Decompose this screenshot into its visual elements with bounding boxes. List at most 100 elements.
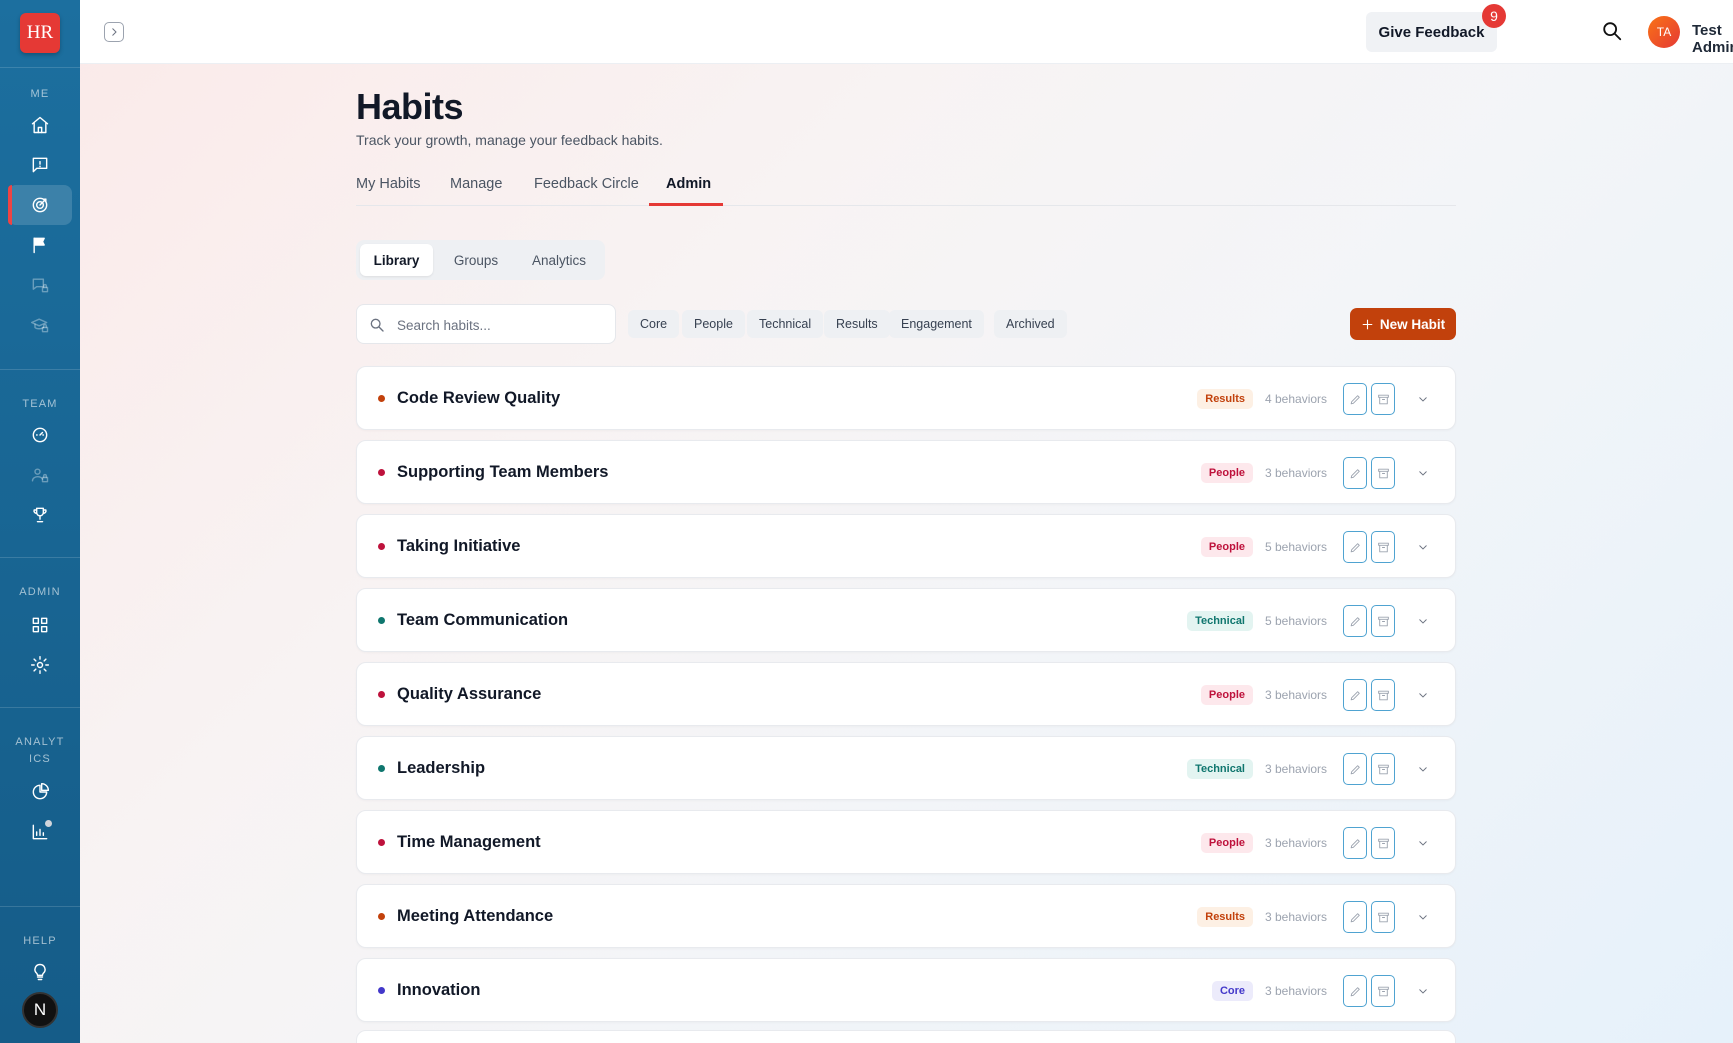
archive-habit-button[interactable] — [1371, 457, 1395, 489]
archive-habit-button[interactable] — [1371, 901, 1395, 933]
edit-habit-button[interactable] — [1343, 383, 1367, 415]
target-icon — [32, 197, 48, 213]
habit-actions: People 5 behaviors — [1200, 531, 1433, 563]
pencil-icon — [1350, 764, 1360, 774]
habit-card[interactable]: Quality Assurance People 3 behaviors — [356, 662, 1456, 726]
sidebar-item-team-dashboard[interactable] — [8, 415, 72, 455]
expand-habit-toggle[interactable] — [1413, 611, 1433, 631]
new-habit-button[interactable]: New Habit — [1350, 308, 1456, 340]
sidebar-item-locked-learning[interactable] — [8, 305, 72, 345]
habit-card[interactable]: Time Management People 3 behaviors — [356, 810, 1456, 874]
edit-habit-button[interactable] — [1343, 753, 1367, 785]
expand-habit-toggle[interactable] — [1413, 537, 1433, 557]
sidebar-divider — [0, 369, 80, 370]
sidebar-item-tips[interactable] — [8, 952, 72, 992]
filter-technical[interactable]: Technical — [747, 310, 824, 338]
category-badge: Results — [1197, 389, 1253, 409]
behavior-count: 3 behaviors — [1265, 466, 1328, 480]
pencil-icon — [1350, 468, 1360, 478]
user-name[interactable]: Test Admin — [1692, 22, 1733, 56]
sidebar-item-messages[interactable] — [8, 145, 72, 185]
search-icon — [1603, 22, 1622, 41]
sidebar-item-habits[interactable] — [8, 185, 72, 225]
tab-feedback-circle[interactable]: Feedback Circle — [534, 176, 639, 192]
user-avatar[interactable]: TA — [1648, 16, 1680, 48]
filter-people[interactable]: People — [682, 310, 745, 338]
notification-badge[interactable]: 9 — [1482, 4, 1506, 28]
sidebar: HR ME TEAM ADMIN ANALYT ICS HELP N — [0, 0, 80, 1043]
archive-icon — [1377, 542, 1389, 552]
habit-card[interactable]: Code Review Quality Results 4 behaviors — [356, 366, 1456, 430]
category-badge: People — [1200, 537, 1253, 557]
edit-habit-button[interactable] — [1343, 531, 1367, 563]
edit-habit-button[interactable] — [1343, 901, 1367, 933]
sidebar-item-recognition[interactable] — [8, 495, 72, 535]
edit-habit-button[interactable] — [1343, 975, 1367, 1007]
behavior-count: 3 behaviors — [1265, 688, 1328, 702]
habit-actions: Core 3 behaviors — [1211, 975, 1433, 1007]
archive-habit-button[interactable] — [1371, 383, 1395, 415]
archive-habit-button[interactable] — [1371, 975, 1395, 1007]
expand-habit-toggle[interactable] — [1413, 389, 1433, 409]
expand-habit-toggle[interactable] — [1413, 981, 1433, 1001]
edit-habit-button[interactable] — [1343, 679, 1367, 711]
give-feedback-button[interactable]: Give Feedback — [1366, 12, 1497, 52]
archive-habit-button[interactable] — [1371, 753, 1395, 785]
habit-card-partial[interactable] — [356, 1030, 1456, 1043]
archive-habit-button[interactable] — [1371, 827, 1395, 859]
habit-actions: Technical 3 behaviors — [1187, 753, 1433, 785]
filter-archived[interactable]: Archived — [994, 310, 1067, 338]
expand-habit-toggle[interactable] — [1413, 907, 1433, 927]
sidebar-divider — [0, 557, 80, 558]
habit-card[interactable]: Leadership Technical 3 behaviors — [356, 736, 1456, 800]
tab-admin[interactable]: Admin — [666, 176, 711, 192]
habit-card[interactable]: Innovation Core 3 behaviors — [356, 958, 1456, 1022]
category-dot — [378, 617, 385, 624]
archive-icon — [1377, 838, 1389, 848]
expand-habit-toggle[interactable] — [1413, 685, 1433, 705]
expand-habit-toggle[interactable] — [1413, 759, 1433, 779]
edit-habit-button[interactable] — [1343, 827, 1367, 859]
filter-engagement[interactable]: Engagement — [889, 310, 984, 338]
archive-habit-button[interactable] — [1371, 679, 1395, 711]
subtab-library[interactable]: Library — [360, 244, 433, 276]
sidebar-item-settings[interactable] — [8, 645, 72, 685]
app-logo[interactable]: HR — [20, 13, 60, 53]
edit-habit-button[interactable] — [1343, 605, 1367, 637]
sidebar-item-admin-grid[interactable] — [8, 605, 72, 645]
habit-search-input[interactable] — [397, 314, 607, 336]
subtab-analytics[interactable]: Analytics — [517, 244, 601, 276]
sidebar-item-analytics-bar[interactable] — [8, 812, 72, 852]
expand-habit-toggle[interactable] — [1413, 833, 1433, 853]
habit-card[interactable]: Team Communication Technical 5 behaviors — [356, 588, 1456, 652]
sidebar-item-locked-team[interactable] — [8, 455, 72, 495]
habit-card[interactable]: Supporting Team Members People 3 behaviors — [356, 440, 1456, 504]
habit-search — [356, 304, 616, 344]
sidebar-item-analytics-pie[interactable] — [8, 772, 72, 812]
habit-card[interactable]: Taking Initiative People 5 behaviors — [356, 514, 1456, 578]
habit-card[interactable]: Meeting Attendance Results 3 behaviors — [356, 884, 1456, 948]
tab-manage[interactable]: Manage — [450, 176, 502, 192]
expand-habit-toggle[interactable] — [1413, 463, 1433, 483]
subtab-groups[interactable]: Groups — [438, 244, 514, 276]
sidebar-item-goals[interactable] — [8, 225, 72, 265]
habit-actions: Results 4 behaviors — [1197, 383, 1433, 415]
category-badge: People — [1200, 463, 1253, 483]
tab-my-habits[interactable]: My Habits — [356, 176, 420, 192]
edit-habit-button[interactable] — [1343, 457, 1367, 489]
category-badge: Technical — [1187, 759, 1253, 779]
behavior-count: 3 behaviors — [1265, 836, 1328, 850]
archive-habit-button[interactable] — [1371, 531, 1395, 563]
archive-icon — [1377, 986, 1389, 996]
global-search-button[interactable] — [1601, 20, 1625, 44]
filter-core[interactable]: Core — [628, 310, 680, 338]
search-icon — [370, 318, 384, 332]
sidebar-toggle-button[interactable] — [104, 22, 124, 42]
sidebar-item-locked-chat[interactable] — [8, 265, 72, 305]
category-dot — [378, 691, 385, 698]
sidebar-item-home[interactable] — [8, 105, 72, 145]
help-avatar[interactable]: N — [22, 992, 58, 1028]
filter-results[interactable]: Results — [824, 310, 890, 338]
sidebar-section-analytics: ANALYT ICS — [15, 736, 65, 765]
archive-habit-button[interactable] — [1371, 605, 1395, 637]
